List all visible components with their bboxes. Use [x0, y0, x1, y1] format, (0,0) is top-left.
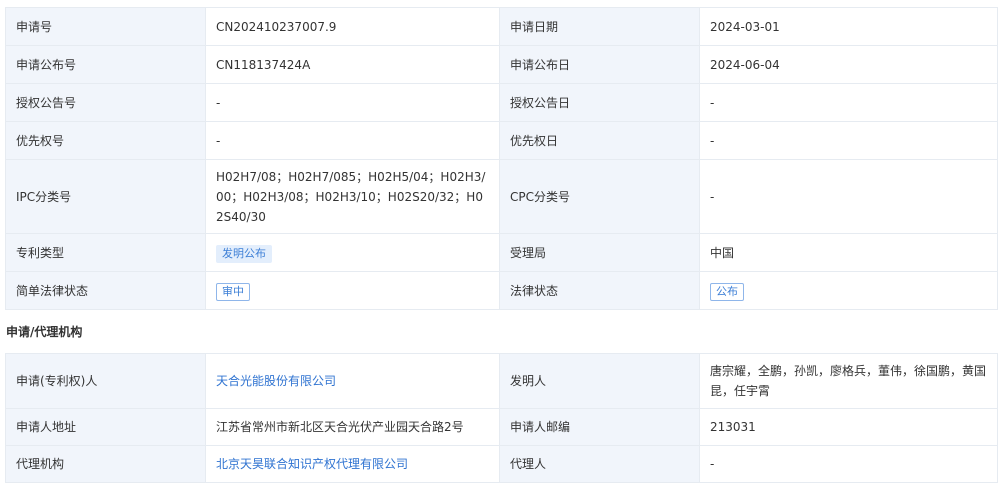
table-row: 专利类型 发明公布 受理局 中国	[5, 233, 998, 272]
application-date-label: 申请日期	[499, 7, 700, 46]
applicant-postcode-label: 申请人邮编	[499, 408, 700, 446]
basic-info-table: 申请号 CN202410237007.9 申请日期 2024-03-01 申请公…	[5, 7, 998, 310]
priority-date-label: 优先权日	[499, 121, 700, 160]
cpc-class-value: -	[699, 159, 998, 234]
agency-info-table: 申请(专利权)人 天合光能股份有限公司 发明人 唐宗耀，全鹏，孙凯，廖格兵，董伟…	[5, 353, 998, 483]
publication-date-label: 申请公布日	[499, 45, 700, 84]
simple-legal-status-label: 简单法律状态	[5, 271, 206, 310]
grant-date-value: -	[699, 83, 998, 122]
publication-number-value: CN118137424A	[205, 45, 500, 84]
patent-type-label: 专利类型	[5, 233, 206, 272]
applicant-address-value: 江苏省常州市新北区天合光伏产业园天合路2号	[205, 408, 500, 446]
priority-number-value: -	[205, 121, 500, 160]
publication-number-label: 申请公布号	[5, 45, 206, 84]
section-title-agency: 申请/代理机构	[6, 325, 83, 339]
applicant-link[interactable]: 天合光能股份有限公司	[216, 374, 336, 388]
table-row: 简单法律状态 审中 法律状态 公布	[5, 271, 998, 310]
grant-date-label: 授权公告日	[499, 83, 700, 122]
priority-date-value: -	[699, 121, 998, 160]
publication-date-value: 2024-06-04	[699, 45, 998, 84]
patent-type-cell: 发明公布	[205, 233, 500, 272]
patent-type-badge: 发明公布	[216, 244, 272, 263]
agency-label: 代理机构	[5, 445, 206, 483]
application-number-label: 申请号	[5, 7, 206, 46]
table-row: 申请号 CN202410237007.9 申请日期 2024-03-01	[5, 7, 998, 46]
applicant-cell: 天合光能股份有限公司	[205, 353, 500, 409]
patent-detail-page: 申请号 CN202410237007.9 申请日期 2024-03-01 申请公…	[0, 0, 1000, 491]
receiving-office-label: 受理局	[499, 233, 700, 272]
table-row: 申请人地址 江苏省常州市新北区天合光伏产业园天合路2号 申请人邮编 213031	[5, 408, 998, 446]
grant-number-value: -	[205, 83, 500, 122]
agency-cell: 北京天昊联合知识产权代理有限公司	[205, 445, 500, 483]
cpc-class-label: CPC分类号	[499, 159, 700, 234]
table-row: IPC分类号 H02H7/08；H02H7/085；H02H5/04；H02H3…	[5, 159, 998, 234]
applicant-address-label: 申请人地址	[5, 408, 206, 446]
table-row: 优先权号 - 优先权日 -	[5, 121, 998, 160]
agent-label: 代理人	[499, 445, 700, 483]
legal-status-badge: 公布	[710, 282, 744, 301]
legal-status-label: 法律状态	[499, 271, 700, 310]
agency-link[interactable]: 北京天昊联合知识产权代理有限公司	[216, 457, 408, 471]
priority-number-label: 优先权号	[5, 121, 206, 160]
inventor-value: 唐宗耀，全鹏，孙凯，廖格兵，董伟，徐国鹏，黄国昆，任宇霄	[699, 353, 998, 409]
table-row: 申请公布号 CN118137424A 申请公布日 2024-06-04	[5, 45, 998, 84]
table-row: 申请(专利权)人 天合光能股份有限公司 发明人 唐宗耀，全鹏，孙凯，廖格兵，董伟…	[5, 353, 998, 409]
simple-legal-status-cell: 审中	[205, 271, 500, 310]
ipc-class-value: H02H7/08；H02H7/085；H02H5/04；H02H3/00；H02…	[205, 159, 500, 234]
applicant-postcode-value: 213031	[699, 408, 998, 446]
ipc-class-label: IPC分类号	[5, 159, 206, 234]
inventor-label: 发明人	[499, 353, 700, 409]
application-date-value: 2024-03-01	[699, 7, 998, 46]
application-number-value: CN202410237007.9	[205, 7, 500, 46]
table-row: 授权公告号 - 授权公告日 -	[5, 83, 998, 122]
simple-legal-status-badge: 审中	[216, 282, 250, 301]
legal-status-cell: 公布	[699, 271, 998, 310]
receiving-office-value: 中国	[699, 233, 998, 272]
table-row: 代理机构 北京天昊联合知识产权代理有限公司 代理人 -	[5, 445, 998, 483]
agent-value: -	[699, 445, 998, 483]
applicant-label: 申请(专利权)人	[5, 353, 206, 409]
grant-number-label: 授权公告号	[5, 83, 206, 122]
